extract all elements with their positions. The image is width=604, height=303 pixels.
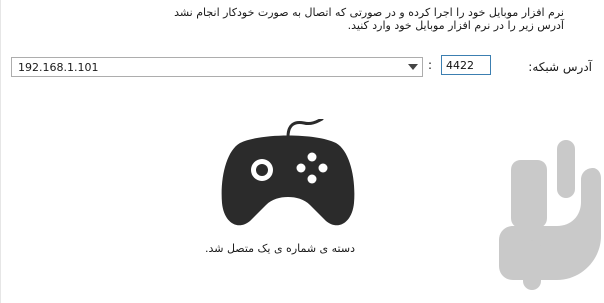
instruction-line-1: نرم افزار موبایل خود را اجرا کرده و در ص… [174, 6, 564, 19]
ip-address-value: 192.168.1.101 [18, 60, 99, 74]
instruction-line-2: آدرس زیر را در نرم افزار موبایل خود وارد… [347, 19, 564, 32]
gamepad-icon [220, 117, 356, 235]
window-border [0, 0, 1, 303]
ip-address-select[interactable]: 192.168.1.101 [11, 57, 423, 77]
network-address-label: آدرس شبکه: [528, 60, 592, 74]
connection-status: دسته ی شماره ی یک متصل شد. [204, 242, 355, 255]
address-separator: : [428, 58, 433, 72]
port-input[interactable] [441, 55, 491, 75]
chevron-down-icon[interactable] [404, 58, 422, 76]
instructions: نرم افزار موبایل خود را اجرا کرده و در ص… [24, 6, 564, 32]
app-logo [497, 140, 601, 294]
